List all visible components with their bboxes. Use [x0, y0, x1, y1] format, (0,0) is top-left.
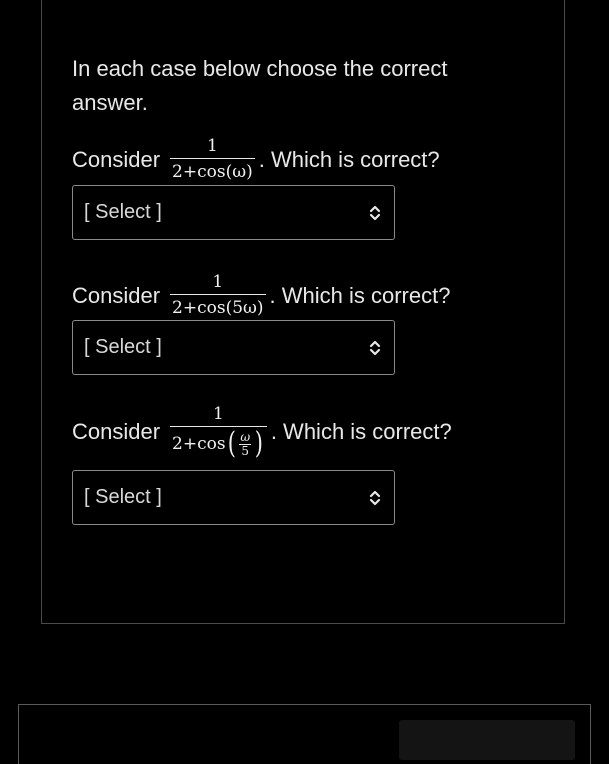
question-prefix: Consider — [72, 418, 161, 444]
fraction-denominator: 2+cos(5ω) — [170, 294, 266, 319]
footer-button[interactable] — [399, 720, 575, 760]
answer-select-3[interactable]: [ Select ] — [72, 470, 395, 525]
answer-select-1[interactable]: [ Select ] — [72, 185, 395, 240]
left-paren: ( — [227, 426, 236, 461]
question-prefix: Consider — [72, 146, 161, 172]
select-value: [ Select ] — [84, 201, 162, 223]
answer-select-2[interactable]: [ Select ] — [72, 320, 395, 375]
question-suffix: . Which is correct? — [270, 418, 452, 444]
fraction: 1 2+cos(ω) — [170, 136, 255, 183]
inner-numerator: ω — [240, 429, 251, 444]
select-value: [ Select ] — [84, 336, 162, 358]
fraction-numerator: 1 — [206, 136, 218, 156]
question-suffix: . Which is correct? — [258, 146, 440, 172]
fraction-denominator: 2+cos(ω) — [170, 158, 255, 183]
fraction-numerator: 1 — [213, 404, 224, 424]
question-1: Consider 1 2+cos(ω) . Which is correct? — [72, 136, 440, 183]
intro-text: In each case below choose the correct an… — [72, 56, 448, 115]
select-value: [ Select ] — [84, 486, 162, 508]
inner-fraction: ω 5 — [238, 429, 252, 458]
question-suffix: . Which is correct? — [269, 282, 451, 308]
right-paren: ) — [254, 426, 264, 461]
chevron-up-down-icon — [369, 490, 381, 505]
chevron-up-down-icon — [369, 340, 381, 355]
question-prefix: Consider — [72, 282, 161, 308]
inner-denominator: 5 — [239, 443, 252, 458]
chevron-up-down-icon — [369, 205, 381, 220]
fraction: 1 2+cos(5ω) — [170, 272, 266, 319]
fraction: 1 2+cos ( ω 5 ) — [170, 404, 267, 459]
fraction-numerator: 1 — [212, 272, 224, 292]
question-2: Consider 1 2+cos(5ω) . Which is correct? — [72, 272, 450, 319]
denominator-prefix: 2+cos — [172, 434, 226, 454]
fraction-denominator: 2+cos ( ω 5 ) — [170, 426, 267, 459]
question-3: Consider 1 2+cos ( ω 5 ) . Which is corr… — [72, 404, 452, 459]
